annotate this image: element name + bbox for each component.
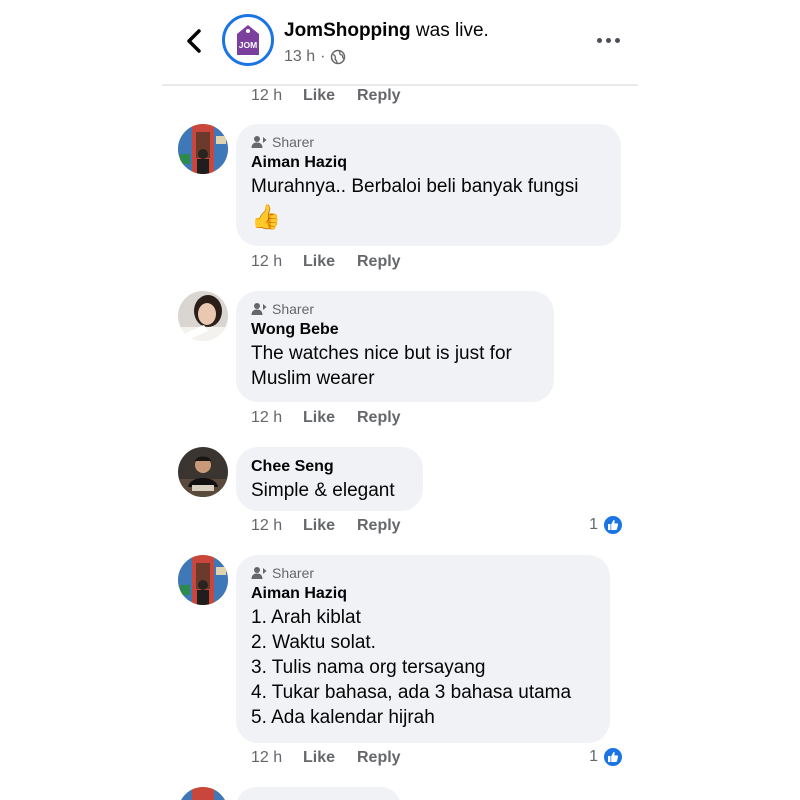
comment-bubble: Sharer Aiman Haziq Murahnya.. Berbaloi b… — [236, 124, 621, 246]
comment-author[interactable]: Wong Bebe — [251, 321, 539, 339]
post-meta: 13 h · — [284, 48, 346, 66]
comment-author[interactable]: Aiman Haziq — [251, 154, 606, 172]
commenter-avatar[interactable] — [178, 555, 228, 605]
reaction-summary[interactable]: 1 — [589, 746, 624, 768]
comment-time[interactable]: 12 h — [251, 517, 303, 535]
comment-text: Murahnya.. Berbaloi beli banyak fungsi — [251, 176, 579, 197]
comment-text-line: 3. Tulis nama org tersayang — [251, 657, 486, 678]
comment-text-line: 2. Waktu solat. — [251, 632, 376, 653]
avatar-image — [178, 555, 228, 605]
badge-label: Sharer — [272, 565, 315, 581]
post-time[interactable]: 13 h — [284, 48, 315, 66]
thumbs-up-emoji-icon: 👍 — [251, 204, 281, 231]
badge-label: Sharer — [272, 134, 315, 150]
comment-bubble: Chee Seng Simple & elegant — [236, 447, 423, 511]
person-share-icon — [251, 567, 267, 579]
comment-text-line: 5. Ada kalendar hijrah — [251, 707, 435, 728]
post-title: JomShopping was live. — [284, 20, 489, 42]
comment-actions: 12 h Like Reply — [251, 749, 401, 767]
back-button[interactable] — [180, 24, 210, 58]
logo-text: JOM — [239, 40, 257, 50]
like-button[interactable]: Like — [303, 749, 357, 767]
sharer-badge: Sharer — [251, 565, 595, 581]
thumbs-up-icon — [608, 520, 619, 530]
comment-text-line: 1. Arah kiblat — [251, 607, 361, 628]
comment-text-line: The watches nice but is just for — [251, 343, 512, 364]
commenter-avatar[interactable] — [178, 124, 228, 174]
like-button[interactable]: Like — [303, 253, 357, 271]
jomshopping-logo-icon: JOM — [237, 25, 259, 55]
like-button[interactable]: Like — [303, 87, 357, 105]
person-share-icon — [251, 136, 267, 148]
person-share-icon — [251, 303, 267, 315]
commenter-avatar[interactable] — [178, 447, 228, 497]
chevron-left-icon — [187, 29, 201, 53]
page-avatar[interactable]: JOM — [222, 14, 274, 66]
comment-time[interactable]: 12 h — [251, 409, 303, 427]
comment-text-line: 4. Tukar bahasa, ada 3 bahasa utama — [251, 682, 572, 703]
more-dot-icon — [596, 37, 602, 43]
post-header: JOM JomShopping was live. 13 h · — [162, 0, 638, 86]
avatar-image — [178, 787, 228, 800]
reply-button[interactable]: Reply — [357, 517, 401, 535]
reply-button[interactable]: Reply — [357, 253, 401, 271]
like-button[interactable]: Like — [303, 517, 357, 535]
reaction-count: 1 — [589, 516, 598, 533]
avatar-image — [178, 291, 228, 341]
comment-author[interactable]: Chee Seng — [251, 458, 408, 476]
reply-button[interactable]: Reply — [357, 87, 401, 105]
more-dot-icon — [614, 37, 620, 43]
globe-icon — [331, 49, 346, 65]
more-options-button[interactable] — [594, 30, 622, 50]
comment-text: Simple & elegant — [251, 480, 395, 501]
separator-dot: · — [320, 48, 326, 65]
sharer-badge: Sharer — [251, 134, 606, 150]
like-button[interactable]: Like — [303, 409, 357, 427]
sharer-badge: Sharer — [251, 301, 539, 317]
comment-bubble: Sharer Wong Bebe The watches nice but is… — [236, 291, 554, 402]
comment-author[interactable]: Aiman Haziq — [251, 585, 595, 603]
reply-button[interactable]: Reply — [357, 409, 401, 427]
reaction-count: 1 — [589, 748, 598, 765]
comment-actions: 12 h Like Reply — [251, 253, 401, 271]
like-reaction-icon — [602, 514, 624, 536]
page-name[interactable]: JomShopping — [284, 20, 411, 41]
comment-actions: 12 h Like Reply — [251, 409, 401, 427]
comment-bubble — [236, 787, 401, 800]
comment-text-line: Muslim wearer — [251, 368, 375, 389]
avatar-image — [178, 124, 228, 174]
comment-time[interactable]: 12 h — [251, 253, 303, 271]
commenter-avatar[interactable] — [178, 787, 228, 800]
reply-button[interactable]: Reply — [357, 749, 401, 767]
more-dot-icon — [605, 37, 611, 43]
like-reaction-icon — [602, 746, 624, 768]
reaction-summary[interactable]: 1 — [589, 514, 624, 536]
avatar-image — [178, 447, 228, 497]
comment-actions: 12 h Like Reply — [251, 87, 401, 105]
comment-bubble: Sharer Aiman Haziq 1. Arah kiblat 2. Wak… — [236, 555, 610, 743]
post-action-text: was live. — [410, 20, 489, 41]
badge-label: Sharer — [272, 301, 315, 317]
comment-time[interactable]: 12 h — [251, 87, 303, 105]
comment-actions: 12 h Like Reply — [251, 517, 401, 535]
thumbs-up-icon — [608, 752, 619, 762]
commenter-avatar[interactable] — [178, 291, 228, 341]
comment-time[interactable]: 12 h — [251, 749, 303, 767]
